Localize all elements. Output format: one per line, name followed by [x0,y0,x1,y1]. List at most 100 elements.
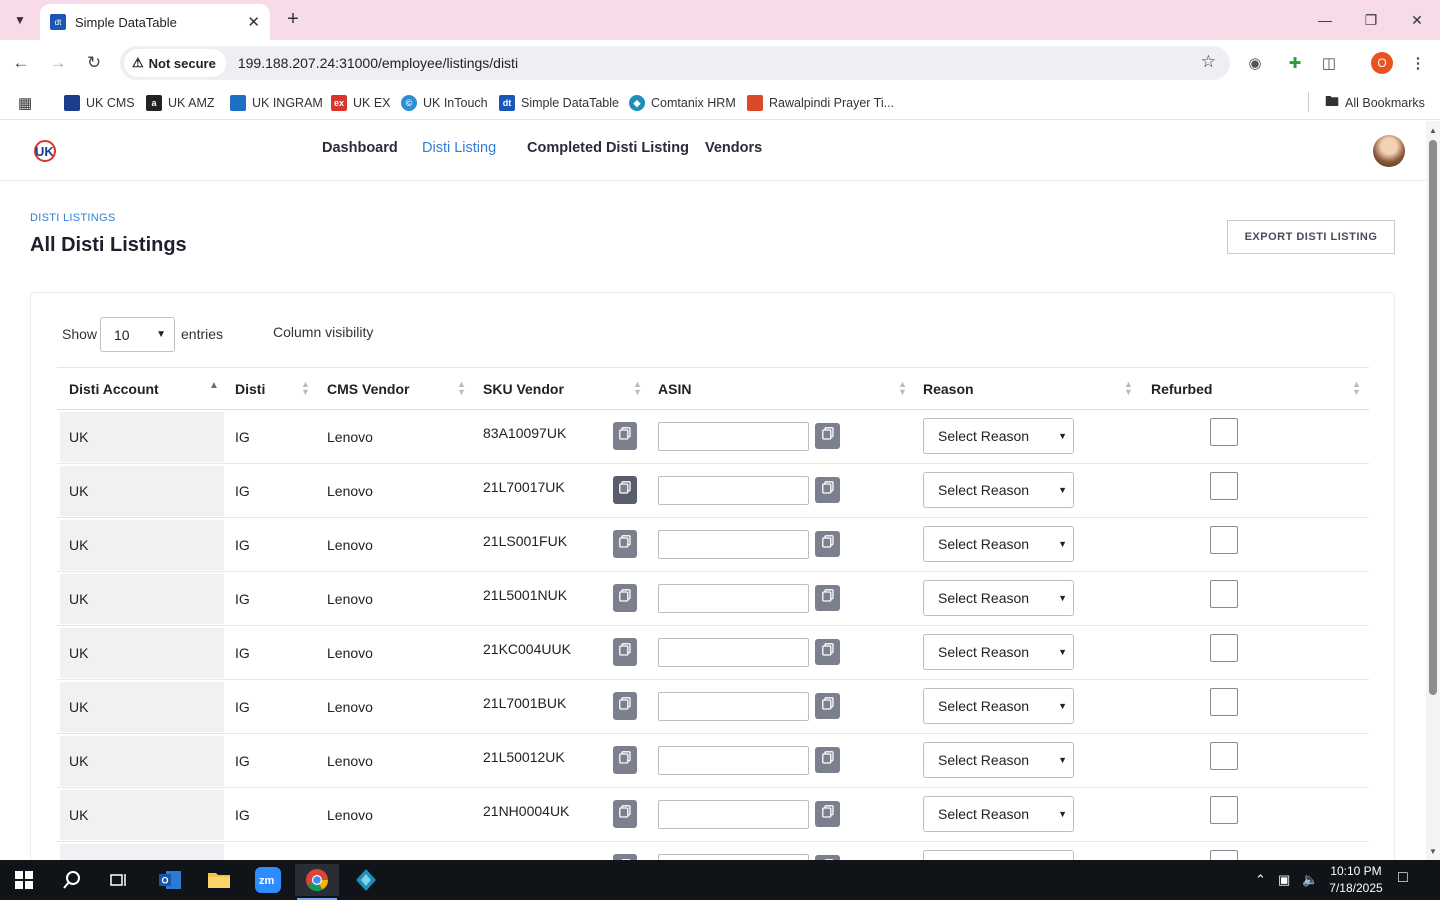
bookmark-rawalpindi-prayer[interactable]: Rawalpindi Prayer Ti... [747,92,894,114]
comtanix-app-icon[interactable] [344,864,388,896]
copy-sku-button[interactable] [613,800,637,828]
reason-select[interactable]: Select Reason▼ [923,634,1074,670]
copy-sku-button[interactable] [613,476,637,504]
restore-button[interactable]: ❐ [1348,0,1394,40]
bookmark-uk-intouch[interactable]: © UK InTouch [401,92,488,114]
chrome-icon[interactable] [295,864,339,896]
refurbed-checkbox[interactable] [1210,850,1238,860]
extension-plus-icon[interactable]: ✚ [1284,52,1306,74]
copy-sku-button[interactable] [613,692,637,720]
nav-completed-disti-listing[interactable]: Completed Disti Listing [527,140,689,156]
refurbed-checkbox[interactable] [1210,580,1238,608]
copy-asin-button[interactable] [815,531,840,557]
copy-sku-button[interactable] [613,638,637,666]
refurbed-checkbox[interactable] [1210,472,1238,500]
reason-select[interactable]: Select Reason▼ [923,742,1074,778]
browser-menu-icon[interactable]: ⋮ [1407,52,1429,74]
asin-input[interactable] [658,530,809,559]
back-arrow-icon[interactable]: ← [6,48,36,78]
bookmark-uk-ex[interactable]: ex UK EX [331,92,391,114]
reason-select[interactable]: Select Reason▼ [923,796,1074,832]
column-header-disti-account[interactable]: Disti Account [69,368,159,410]
zoom-icon[interactable]: zm [246,864,290,896]
column-visibility-button[interactable]: Column visibility [273,324,373,340]
column-header-asin[interactable]: ASIN [658,368,691,410]
address-bar[interactable]: ⚠ Not secure 199.188.207.24:31000/employ… [120,46,1230,80]
asin-input[interactable] [658,422,809,451]
reload-icon[interactable]: ↻ [79,48,109,78]
asin-input[interactable] [658,584,809,613]
bookmark-simple-datatable[interactable]: dt Simple DataTable [499,92,619,114]
asin-input[interactable] [658,746,809,775]
bookmark-comtanix-hrm[interactable]: ◆ Comtanix HRM [629,92,736,114]
task-view-icon[interactable] [97,864,141,896]
scroll-up-arrow-icon[interactable]: ▲ [1427,124,1439,136]
export-disti-listing-button[interactable]: EXPORT DISTI LISTING [1227,220,1395,254]
bookmark-uk-cms[interactable]: UK CMS [64,92,135,114]
copy-asin-button[interactable] [815,747,840,773]
apps-grid-icon[interactable]: ▦ [18,92,32,114]
entries-per-page-select[interactable]: 10 ▼ [100,317,175,352]
column-header-reason[interactable]: Reason [923,368,974,410]
windows-start-icon[interactable] [2,864,46,896]
minimize-button[interactable]: — [1302,0,1348,40]
column-header-refurbed[interactable]: Refurbed [1151,368,1212,410]
file-explorer-icon[interactable] [197,864,241,896]
new-tab-button[interactable]: + [282,8,304,30]
scrollbar-thumb[interactable] [1429,140,1437,695]
nav-disti-listing[interactable]: Disti Listing [422,140,496,156]
asin-input[interactable] [658,800,809,829]
security-chip[interactable]: ⚠ Not secure [124,49,226,77]
network-icon[interactable]: ▣ [1278,872,1290,888]
copy-asin-button[interactable] [815,801,840,827]
profile-avatar[interactable]: O [1371,52,1393,74]
extensions-puzzle-icon[interactable]: ◫ [1318,52,1340,74]
show-hidden-icons-icon[interactable]: ⌃ [1255,872,1266,888]
reason-select[interactable]: Select Reason▼ [923,580,1074,616]
bookmark-uk-ingram[interactable]: UK INGRAM [230,92,323,114]
refurbed-checkbox[interactable] [1210,742,1238,770]
copy-sku-button[interactable] [613,584,637,612]
asin-input[interactable] [658,476,809,505]
reason-select[interactable]: Select Reason▼ [923,850,1074,860]
volume-muted-icon[interactable]: 🔈 [1302,872,1318,888]
forward-arrow-icon[interactable]: → [43,48,73,78]
copy-sku-button[interactable] [613,422,637,450]
notifications-icon[interactable]: □ [1398,869,1408,887]
reason-select[interactable]: Select Reason▼ [923,418,1074,454]
outlook-icon[interactable]: O [148,864,192,896]
tab-search-button[interactable]: ▼ [6,6,34,34]
system-clock[interactable]: 10:10 PM 7/18/2025 [1328,863,1384,897]
copy-asin-button[interactable] [815,585,840,611]
reason-select[interactable]: Select Reason▼ [923,472,1074,508]
asin-input[interactable] [658,638,809,667]
search-icon[interactable] [50,864,94,896]
scroll-down-arrow-icon[interactable]: ▼ [1427,845,1439,857]
refurbed-checkbox[interactable] [1210,796,1238,824]
all-bookmarks-button[interactable]: 🖿 All Bookmarks [1325,92,1425,114]
refurbed-checkbox[interactable] [1210,526,1238,554]
refurbed-checkbox[interactable] [1210,688,1238,716]
user-avatar[interactable] [1373,135,1405,167]
copy-asin-button[interactable] [815,693,840,719]
asin-input[interactable] [658,692,809,721]
nav-dashboard[interactable]: Dashboard [322,140,398,156]
copy-asin-button[interactable] [815,639,840,665]
copy-asin-button[interactable] [815,477,840,503]
copy-sku-button[interactable] [613,530,637,558]
column-header-disti[interactable]: Disti [235,368,265,410]
bookmark-star-icon[interactable]: ☆ [1201,52,1216,72]
close-window-button[interactable]: ✕ [1394,0,1440,40]
url-text[interactable]: 199.188.207.24:31000/employee/listings/d… [238,55,518,71]
column-header-cms-vendor[interactable]: CMS Vendor [327,368,409,410]
uk-logo-icon[interactable]: UK [32,139,58,163]
copy-asin-button[interactable] [815,423,840,449]
browser-tab[interactable]: dt Simple DataTable ✕ [40,4,270,40]
translate-icon[interactable]: ◉ [1244,52,1266,74]
refurbed-checkbox[interactable] [1210,418,1238,446]
copy-sku-button[interactable] [613,746,637,774]
nav-vendors[interactable]: Vendors [705,140,762,156]
column-header-sku-vendor[interactable]: SKU Vendor [483,368,564,410]
reason-select[interactable]: Select Reason▼ [923,688,1074,724]
bookmark-uk-amz[interactable]: a UK AMZ [146,92,215,114]
